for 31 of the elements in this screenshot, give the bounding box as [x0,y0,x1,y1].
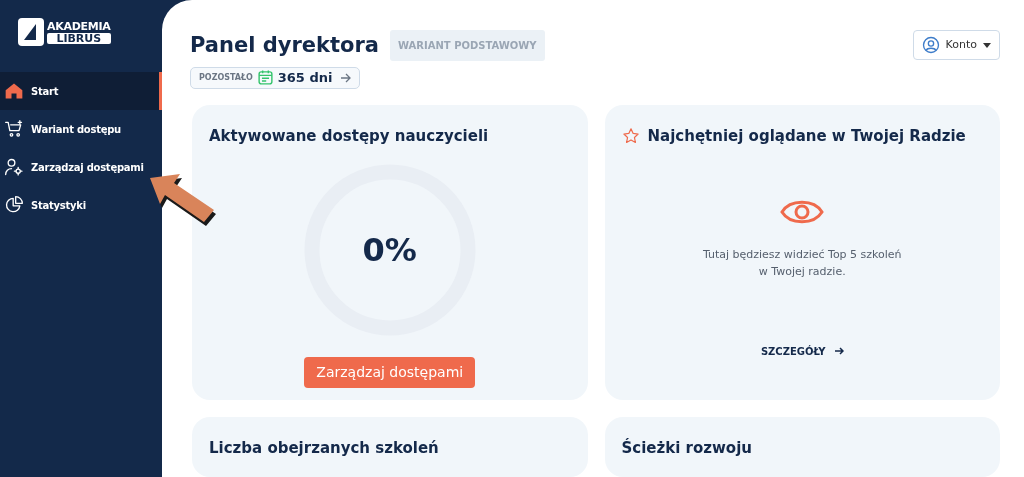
percentage-value: 0% [362,229,417,271]
logo-text: AKADEMIA [47,20,111,32]
arrow-right-icon [833,346,844,356]
remaining-value: 365 dni [277,69,333,87]
pie-chart-icon [4,195,24,215]
arrow-right-icon [340,72,352,83]
cart-plus-icon [4,119,24,139]
sidebar-item[interactable]: Wariant dostępu [0,110,123,148]
sidebar-item[interactable]: Start [0,72,162,110]
sidebar-item[interactable]: Statystyki [0,186,88,224]
card-title: Aktywowane dostępy nauczycieli [209,126,490,147]
plan-tag: WARIANT PODSTAWOWY [390,30,545,61]
logo-text: LIBRUS [47,32,111,44]
caret-icon [983,42,991,48]
page-title: Panel dyrektora [190,32,379,59]
card-title: Ścieżki rozwoju [621,437,753,459]
card-title: Najchętniej oglądane w Twojej Radzie [647,126,966,147]
logo-mark-icon [18,18,44,46]
remaining-label: POZOSTAŁO [199,71,253,84]
sidebar-item[interactable]: Zarządzaj dostępami [0,148,146,186]
remaining-days-chip[interactable]: POZOSTAŁO 365 dni [190,66,361,89]
details-link[interactable]: SZCZEGÓŁY [760,343,844,359]
user-icon [921,36,940,54]
calendar-icon [256,69,274,87]
home-icon [4,81,24,101]
user-gear-icon [4,157,24,177]
star-icon [621,127,640,146]
account-button[interactable]: Konto [912,30,1000,60]
logo[interactable]: AKADEMIA LIBRUS [18,17,162,47]
empty-state-message: Tutaj będziesz widzieć Top 5 szkoleń w Twojej radzie. [702,246,903,280]
card-title: Liczba obejrzanych szkoleń [209,438,440,459]
